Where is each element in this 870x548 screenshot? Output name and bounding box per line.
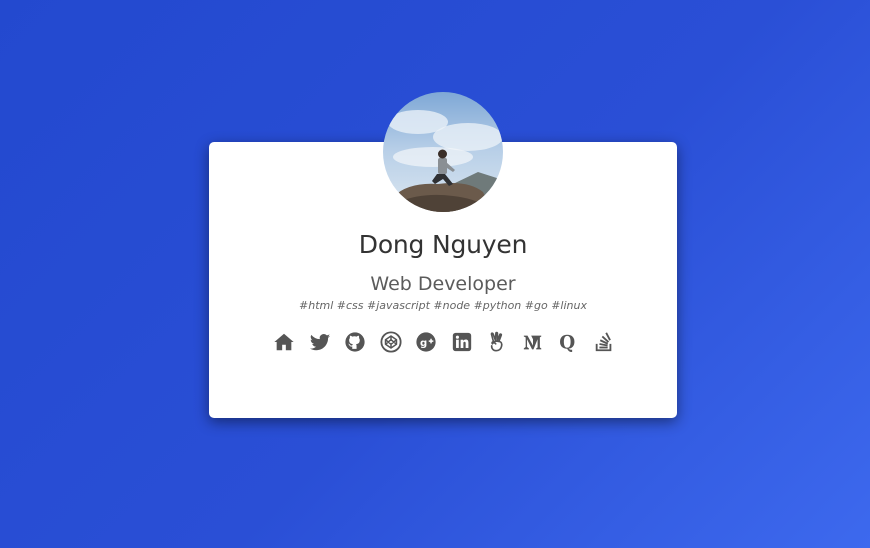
profile-title: Web Developer bbox=[370, 273, 516, 295]
profile-name: Dong Nguyen bbox=[358, 230, 528, 259]
linkedin-link[interactable] bbox=[450, 330, 474, 354]
twitter-link[interactable] bbox=[308, 330, 332, 354]
codepen-link[interactable] bbox=[379, 330, 403, 354]
home-icon bbox=[274, 333, 294, 351]
github-link[interactable] bbox=[343, 330, 367, 354]
linkedin-icon bbox=[452, 332, 471, 352]
quora-link[interactable]: Q bbox=[556, 330, 580, 354]
medium-link[interactable] bbox=[521, 330, 545, 354]
angellist-icon bbox=[490, 331, 503, 352]
profile-tags: #html #css #javascript #node #python #go… bbox=[299, 299, 587, 312]
quora-icon: Q bbox=[560, 332, 576, 353]
google-plus-icon: g bbox=[416, 332, 436, 352]
medium-icon bbox=[523, 335, 542, 350]
github-icon bbox=[345, 332, 365, 352]
google-plus-link[interactable]: g bbox=[414, 330, 438, 354]
profile-avatar bbox=[383, 92, 503, 212]
svg-text:Q: Q bbox=[560, 332, 576, 353]
angellist-link[interactable] bbox=[485, 330, 509, 354]
social-links: g Q bbox=[272, 330, 616, 354]
stackoverflow-link[interactable] bbox=[592, 330, 616, 354]
codepen-icon bbox=[380, 331, 402, 353]
stackoverflow-icon bbox=[595, 332, 612, 352]
twitter-icon bbox=[309, 334, 330, 351]
home-link[interactable] bbox=[272, 330, 296, 354]
svg-text:g: g bbox=[420, 338, 427, 349]
